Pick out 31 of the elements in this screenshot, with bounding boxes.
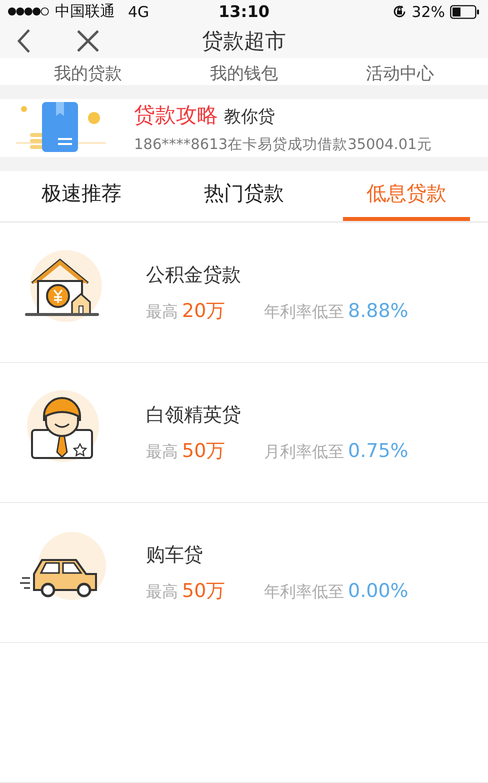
interest-rate: 0.00%: [348, 580, 408, 602]
quick-link[interactable]: 我的钱包: [210, 62, 278, 85]
interest-rate-label: 月利率低至: [264, 442, 344, 462]
max-amount-label: 最高: [146, 302, 178, 322]
product-name[interactable]: 购车贷: [146, 542, 408, 568]
max-amount-label: 最高: [146, 442, 178, 462]
interest-rate: 0.75%: [348, 440, 408, 462]
rotation-lock-icon: [392, 4, 407, 20]
quick-link[interactable]: 活动中心: [366, 62, 434, 85]
battery-percent: 32%: [412, 2, 445, 21]
signal-icon: [8, 7, 50, 16]
network-type: 4G: [128, 2, 150, 21]
product-name[interactable]: 公积金贷款: [146, 262, 408, 288]
max-amount: 20万: [182, 298, 226, 324]
interest-rate-label: 年利率低至: [264, 302, 344, 322]
page-title: 贷款超市: [202, 28, 286, 55]
loan-ticker: 186****8613在卡易贷成功借款35004.01元: [134, 136, 432, 154]
clock: 13:10: [218, 2, 270, 22]
max-amount: 50万: [182, 578, 226, 604]
interest-rate-label: 年利率低至: [264, 582, 344, 602]
tab[interactable]: 极速推荐: [18, 170, 145, 221]
carrier: 中国联通: [55, 2, 115, 22]
interest-rate: 8.88%: [348, 300, 408, 322]
quick-link[interactable]: 我的贷款: [54, 62, 122, 85]
tab[interactable]: 热门贷款: [180, 170, 308, 221]
banner-subtitle: 教你贷: [224, 106, 275, 128]
max-amount-label: 最高: [146, 582, 178, 602]
product-name[interactable]: 白领精英贷: [146, 402, 408, 428]
battery-icon: [450, 4, 480, 19]
max-amount: 50万: [182, 438, 226, 464]
banner-title[interactable]: 贷款攻略: [134, 101, 218, 130]
